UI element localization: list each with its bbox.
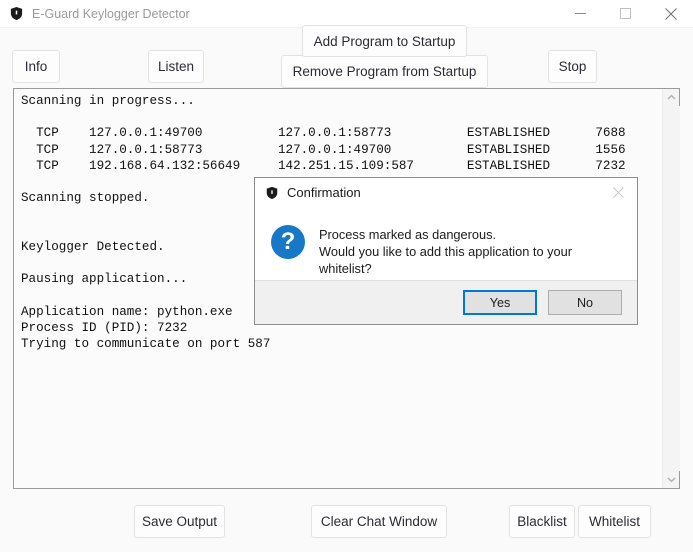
shield-icon (8, 6, 24, 22)
clear-chat-window-button[interactable]: Clear Chat Window (311, 505, 447, 538)
dialog-titlebar: Confirmation (255, 178, 637, 207)
dialog-no-button[interactable]: No (548, 290, 622, 315)
close-icon[interactable] (599, 178, 637, 207)
window-titlebar: E-Guard Keylogger Detector (0, 0, 693, 27)
whitelist-button[interactable]: Whitelist (578, 505, 651, 538)
question-mark-icon: ? (271, 225, 305, 259)
confirmation-dialog: Confirmation ? Process marked as dangero… (254, 177, 638, 325)
blacklist-button[interactable]: Blacklist (509, 505, 575, 538)
remove-program-from-startup-button[interactable]: Remove Program from Startup (281, 55, 488, 88)
scrollbar-thumb[interactable] (663, 106, 680, 468)
close-icon[interactable] (648, 0, 693, 27)
dialog-title: Confirmation (287, 185, 361, 200)
app-window: E-Guard Keylogger Detector Info Listen A… (0, 0, 693, 552)
dialog-yes-button[interactable]: Yes (463, 290, 537, 315)
console-scrollbar[interactable] (662, 89, 680, 488)
maximize-icon[interactable] (603, 0, 648, 27)
dialog-message: Process marked as dangerous. Would you l… (319, 225, 623, 277)
info-button[interactable]: Info (12, 50, 60, 83)
stop-button[interactable]: Stop (548, 50, 597, 83)
chevron-up-icon[interactable] (663, 89, 680, 106)
dialog-message-line-2: Would you like to add this application t… (319, 244, 573, 276)
add-program-to-startup-button[interactable]: Add Program to Startup (302, 25, 467, 57)
chevron-down-icon[interactable] (663, 471, 680, 488)
shield-icon (264, 185, 279, 200)
window-controls (558, 0, 693, 27)
dialog-body: ? Process marked as dangerous. Would you… (255, 207, 637, 280)
dialog-message-line-1: Process marked as dangerous. (319, 227, 497, 242)
listen-button[interactable]: Listen (148, 50, 204, 83)
save-output-button[interactable]: Save Output (134, 505, 225, 538)
dialog-footer: Yes No (255, 280, 637, 324)
window-title: E-Guard Keylogger Detector (32, 6, 190, 21)
minimize-icon[interactable] (558, 0, 603, 27)
